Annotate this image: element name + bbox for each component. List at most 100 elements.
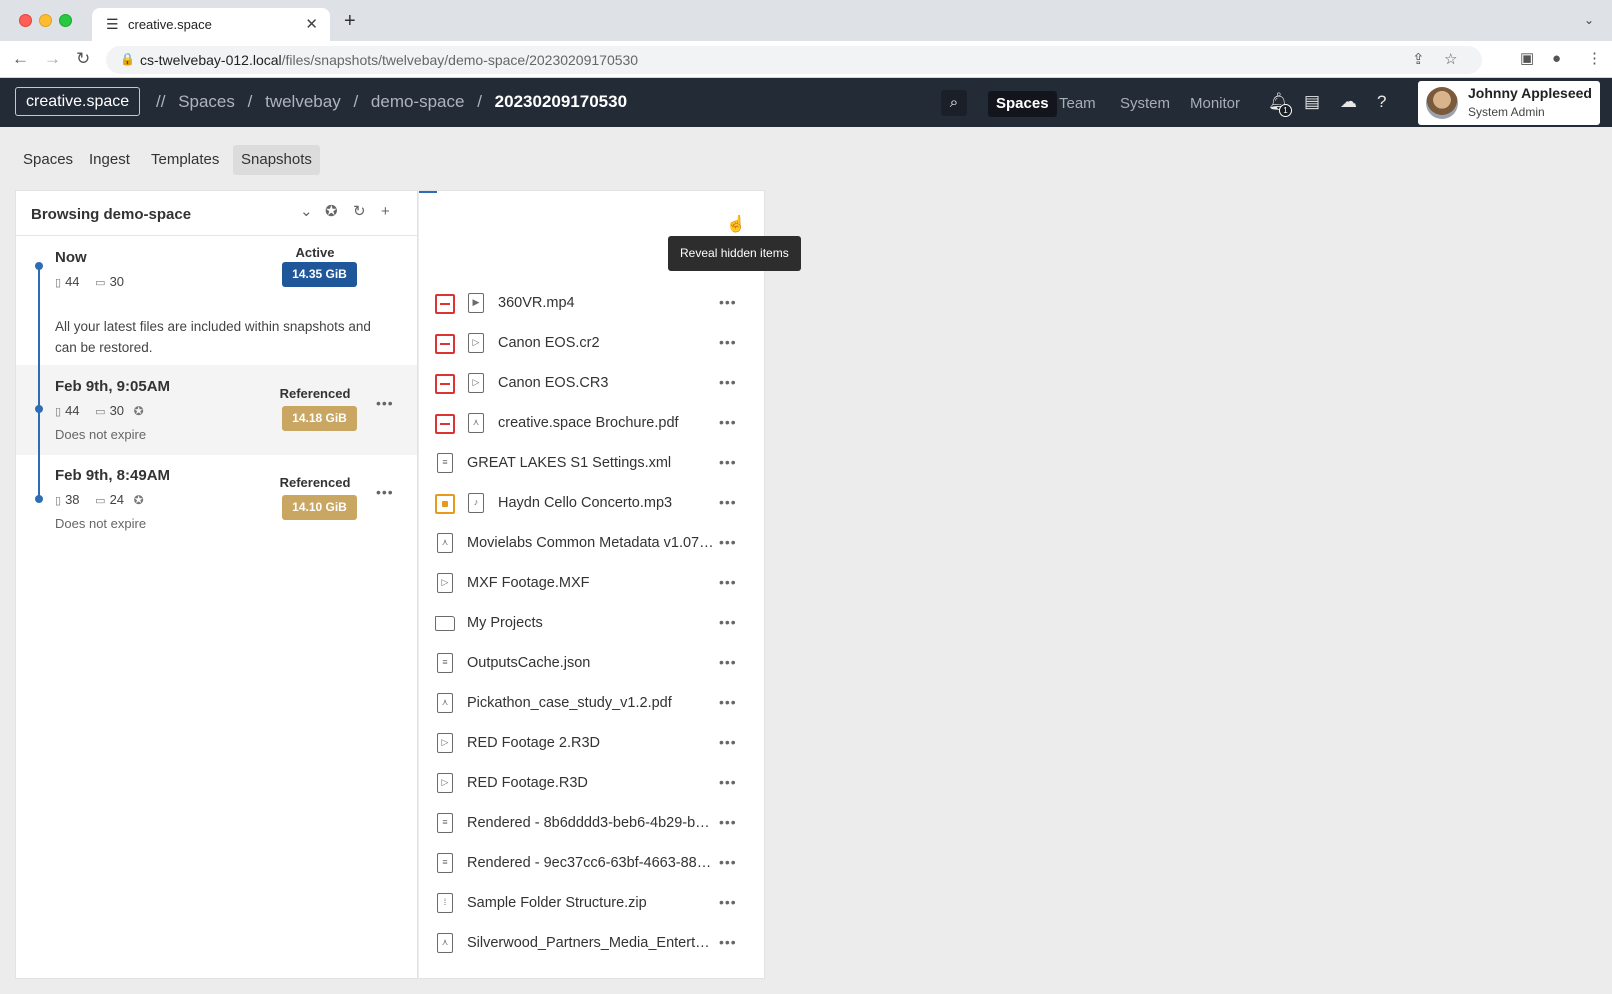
breadcrumb-current: 20230209170530	[494, 92, 628, 111]
chevron-down-icon[interactable]: ⌄	[1584, 13, 1594, 27]
file-more-button[interactable]: •••	[719, 734, 737, 750]
list-item[interactable]: ▶ 360VR.mp4 •••	[419, 284, 764, 324]
file-more-button[interactable]: •••	[719, 294, 737, 310]
file-more-button[interactable]: •••	[719, 774, 737, 790]
profile-icon[interactable]: ●	[1552, 50, 1561, 68]
pdf-file-icon: ⋏	[437, 693, 453, 713]
tab-templates[interactable]: Templates	[143, 145, 227, 175]
file-more-button[interactable]: •••	[719, 414, 737, 430]
video-file-icon: ▷	[437, 573, 453, 593]
sidebar-icon[interactable]: ▣	[1520, 50, 1534, 68]
list-item[interactable]: ⋏ Pickathon_case_study_v1.2.pdf •••	[419, 684, 764, 724]
notification-count-badge: 1	[1279, 104, 1292, 117]
tab-ingest[interactable]: Ingest	[81, 145, 138, 175]
favorite-icon[interactable]: ✪	[325, 203, 338, 221]
breadcrumb-spaces[interactable]: Spaces	[178, 92, 235, 111]
file-name: Movielabs Common Metadata v1.07....	[467, 535, 715, 551]
list-item[interactable]: ⋏ Silverwood_Partners_Media_Entertai... …	[419, 924, 764, 964]
snapshot-counts: ▯ 38 ▭ 24 ✪	[55, 492, 144, 507]
list-item[interactable]: ▷ Canon EOS.cr2 •••	[419, 324, 764, 364]
snapshots-panel-header: Browsing demo-space ⌄ ✪ ↻ +	[16, 191, 417, 236]
forward-icon[interactable]: →	[44, 50, 61, 68]
nav-team[interactable]: Team	[1059, 91, 1096, 117]
file-more-button[interactable]: •••	[719, 894, 737, 910]
file-more-button[interactable]: •••	[719, 494, 737, 510]
hamburger-icon: ☰	[106, 16, 119, 32]
folder-icon[interactable]: ▤	[1304, 92, 1320, 112]
removed-status-icon	[435, 334, 455, 354]
back-icon[interactable]: ←	[12, 50, 29, 68]
list-item[interactable]: ≡ OutputsCache.json •••	[419, 644, 764, 684]
snapshot-item-feb9-0905[interactable]: Feb 9th, 9:05AM ▯ 44 ▭ 30 ✪ Referenced 14.…	[16, 365, 417, 455]
document-file-icon: ≡	[437, 653, 453, 673]
file-more-button[interactable]: •••	[719, 534, 737, 550]
breadcrumb-demo-space[interactable]: demo-space	[371, 92, 465, 111]
file-name: Rendered - 9ec37cc6-63bf-4663-88c4...	[467, 855, 715, 871]
document-file-icon: ≡	[437, 853, 453, 873]
file-more-button[interactable]: •••	[719, 654, 737, 670]
pdf-file-icon: ⋏	[437, 533, 453, 553]
list-item[interactable]: ≡ Rendered - 9ec37cc6-63bf-4663-88c4... …	[419, 844, 764, 884]
tab-snapshots[interactable]: Snapshots	[233, 145, 320, 175]
star-icon[interactable]: ☆	[1444, 51, 1457, 69]
window-minimize-button[interactable]	[39, 14, 52, 27]
timeline-line	[38, 455, 40, 497]
file-more-button[interactable]: •••	[719, 854, 737, 870]
search-icon[interactable]: ⌕	[941, 90, 967, 116]
file-more-button[interactable]: •••	[719, 614, 737, 630]
add-snapshot-icon[interactable]: +	[381, 203, 390, 221]
file-more-button[interactable]: •••	[719, 814, 737, 830]
snapshot-title: Feb 9th, 9:05AM	[55, 378, 171, 395]
share-icon[interactable]: ⇪	[1412, 51, 1425, 69]
snapshot-more-button[interactable]: •••	[376, 484, 394, 500]
list-item[interactable]: ▷ RED Footage.R3D •••	[419, 764, 764, 804]
kebab-menu-icon[interactable]: ⋮	[1587, 50, 1602, 68]
tab-spaces[interactable]: Spaces	[15, 145, 81, 175]
file-more-button[interactable]: •••	[719, 574, 737, 590]
file-more-button[interactable]: •••	[719, 454, 737, 470]
video-file-icon: ▷	[468, 373, 484, 393]
user-menu[interactable]: Johnny Appleseed System Admin	[1418, 81, 1600, 125]
snapshot-item-feb9-0849[interactable]: Feb 9th, 8:49AM ▯ 38 ▭ 24 ✪ Referenced 14.…	[16, 455, 417, 545]
nav-monitor[interactable]: Monitor	[1190, 91, 1240, 117]
nav-system[interactable]: System	[1120, 91, 1170, 117]
window-zoom-button[interactable]	[59, 14, 72, 27]
list-item[interactable]: ≡ GREAT LAKES S1 Settings.xml •••	[419, 444, 764, 484]
list-item[interactable]: ⋏ Movielabs Common Metadata v1.07.... ••…	[419, 524, 764, 564]
new-tab-button[interactable]: +	[344, 11, 356, 31]
cloud-upload-icon[interactable]: ☁	[1340, 92, 1357, 112]
file-more-button[interactable]: •••	[719, 694, 737, 710]
breadcrumb: // Spaces / twelvebay / demo-space / 202…	[156, 92, 627, 112]
close-tab-icon[interactable]: ✕	[305, 15, 318, 33]
window-close-button[interactable]	[19, 14, 32, 27]
list-item[interactable]: ⋏ creative.space Brochure.pdf •••	[419, 404, 764, 444]
refresh-icon[interactable]: ↻	[353, 203, 366, 221]
list-item[interactable]: My Projects •••	[419, 604, 764, 644]
breadcrumb-twelvebay[interactable]: twelvebay	[265, 92, 341, 111]
breadcrumb-separator: /	[477, 92, 482, 111]
snapshot-counts: ▯ 44 ▭ 30 ✪	[55, 403, 144, 418]
file-list-panel: ▶ 360VR.mp4 ••• ▷ Canon EOS.cr2 ••• ▷ Ca…	[419, 190, 765, 979]
timeline-dot	[35, 495, 43, 503]
avatar	[1426, 87, 1458, 119]
list-item[interactable]: ♪ Haydn Cello Concerto.mp3 •••	[419, 484, 764, 524]
list-item[interactable]: ▷ MXF Footage.MXF •••	[419, 564, 764, 604]
file-more-button[interactable]: •••	[719, 334, 737, 350]
list-item[interactable]: ⁞ Sample Folder Structure.zip •••	[419, 884, 764, 924]
browser-tab[interactable]: ☰ creative.space ✕	[92, 8, 330, 41]
help-icon[interactable]: ?	[1377, 92, 1386, 112]
url-field[interactable]: 🔒 cs-twelvebay-012.local/files/snapshots…	[106, 46, 1482, 74]
file-more-button[interactable]: •••	[719, 934, 737, 950]
snapshot-item-now[interactable]: Now ▯ 44 ▭ 30 Active 14.35 GiB All your la…	[16, 237, 417, 365]
file-more-button[interactable]: •••	[719, 374, 737, 390]
list-item[interactable]: ≡ Rendered - 8b6dddd3-beb6-4b29-be... ••…	[419, 804, 764, 844]
snapshot-more-button[interactable]: •••	[376, 395, 394, 411]
file-icon: ▯	[55, 277, 62, 289]
logo[interactable]: creative.space	[15, 87, 141, 116]
reload-icon[interactable]: ↻	[76, 50, 90, 68]
reveal-hidden-items-tooltip: Reveal hidden items	[668, 236, 801, 271]
chevron-down-icon[interactable]: ⌄	[300, 203, 313, 221]
list-item[interactable]: ▷ Canon EOS.CR3 •••	[419, 364, 764, 404]
list-item[interactable]: ▷ RED Footage 2.R3D •••	[419, 724, 764, 764]
nav-spaces[interactable]: Spaces	[988, 91, 1057, 117]
